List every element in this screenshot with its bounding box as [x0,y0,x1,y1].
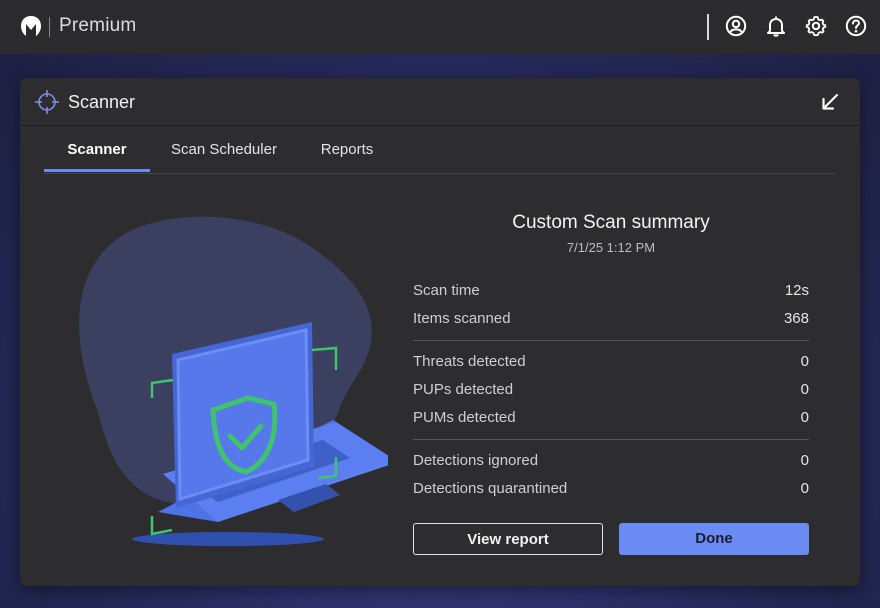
row-value: 368 [783,310,809,327]
row-label: PUMs detected [413,409,516,426]
gear-icon[interactable] [805,15,827,37]
summary-row-items-scanned: Items scanned 368 [413,310,809,332]
scan-complete-illustration [79,216,388,546]
summary-row-pups-detected: PUPs detected 0 [413,381,809,403]
row-label: Detections quarantined [413,480,568,497]
row-label: Scan time [413,282,480,299]
tab-bar: Scanner Scan Scheduler Reports [44,126,836,174]
summary-row-pums-detected: PUMs detected 0 [413,409,809,431]
tab-scanner[interactable]: Scanner [44,126,150,172]
summary-row-detections-quarantined: Detections quarantined 0 [413,480,809,502]
row-value: 0 [800,452,809,469]
summary-row-detections-ignored: Detections ignored 0 [413,452,809,474]
account-icon[interactable] [725,15,747,37]
row-value: 0 [800,381,809,398]
done-button[interactable]: Done [619,523,809,555]
crosshair-icon [35,90,59,114]
bell-icon[interactable] [765,15,787,37]
help-icon[interactable] [845,15,867,37]
top-bar: Premium [0,0,880,54]
summary-row-scan-time: Scan time 12s [413,282,809,304]
summary-date: 7/1/25 1:12 PM [566,240,656,255]
row-label: Threats detected [413,353,526,370]
row-label: Items scanned [413,310,511,327]
row-label: Detections ignored [413,452,539,469]
malwarebytes-logo-icon [21,16,41,36]
tab-reports[interactable]: Reports [310,126,384,172]
brand-separator [49,17,50,37]
divider [413,439,809,440]
divider [413,340,809,341]
row-value: 0 [800,480,809,497]
view-report-button[interactable]: View report [413,523,603,555]
tab-scan-scheduler[interactable]: Scan Scheduler [165,126,283,172]
row-value: 0 [800,353,809,370]
top-divider [707,14,709,40]
summary-title: Custom Scan summary [512,212,710,233]
panel-header: Scanner [20,78,860,126]
row-label: PUPs detected [413,381,514,398]
row-value: 12s [784,282,809,299]
panel-title: Scanner [68,92,136,112]
row-value: 0 [800,409,809,426]
summary-row-threats-detected: Threats detected 0 [413,353,809,375]
app-brand-label: Premium [59,15,137,36]
scanner-panel: Scanner Scanner Scan Scheduler Reports [20,78,860,586]
collapse-arrow-icon[interactable] [820,92,840,112]
